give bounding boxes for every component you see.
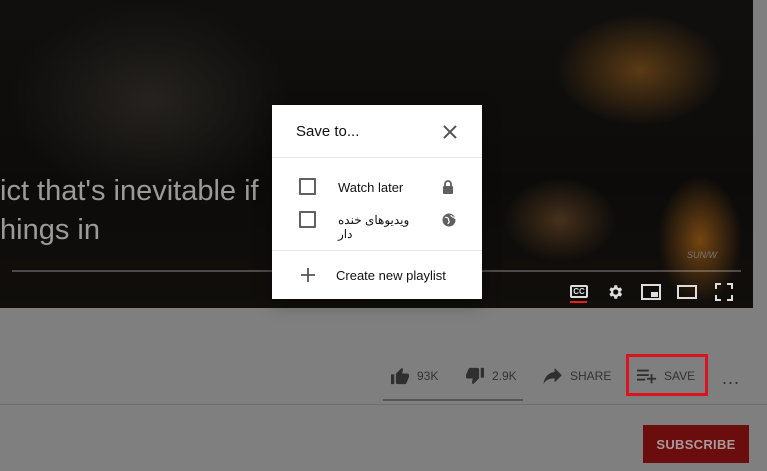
- dialog-divider-bottom: [272, 250, 482, 251]
- save-to-dialog: Save to... Watch later ویدیوهای خنده دار…: [272, 105, 482, 299]
- like-button[interactable]: 93K: [390, 367, 438, 385]
- fullscreen-icon[interactable]: [715, 283, 733, 301]
- captions-icon[interactable]: CC: [570, 285, 588, 298]
- settings-gear-icon[interactable]: [606, 283, 624, 301]
- miniplayer-icon[interactable]: [641, 284, 661, 300]
- close-icon[interactable]: [441, 123, 459, 141]
- like-ratio-bar: [383, 399, 523, 401]
- lock-icon: [443, 180, 453, 194]
- share-button[interactable]: SHARE: [543, 368, 611, 384]
- video-caption-line-1: ict that's inevitable if: [0, 175, 259, 207]
- subscribe-button[interactable]: SUBSCRIBE: [643, 425, 749, 463]
- create-playlist-label: Create new playlist: [336, 268, 446, 283]
- globe-icon: [442, 213, 456, 227]
- watch-later-checkbox[interactable]: [299, 178, 316, 195]
- like-count: 93K: [417, 369, 439, 383]
- captions-active-indicator: [570, 301, 587, 303]
- playlist-item-funny-videos[interactable]: ویدیوهای خنده دار: [272, 207, 482, 241]
- dialog-divider-top: [272, 157, 482, 158]
- funny-videos-checkbox[interactable]: [299, 211, 316, 228]
- playlist-label: Watch later: [338, 180, 404, 195]
- dislike-count: 2.9K: [492, 369, 517, 383]
- share-label: SHARE: [570, 369, 612, 383]
- playlist-item-watch-later[interactable]: Watch later: [272, 174, 482, 202]
- more-actions-icon[interactable]: ...: [722, 368, 740, 389]
- thumbs-up-icon: [391, 367, 409, 385]
- video-caption-line-2: hings in: [0, 214, 100, 246]
- playlist-label: ویدیوهای خنده دار: [338, 213, 410, 241]
- dialog-title: Save to...: [296, 123, 360, 140]
- plus-icon: [301, 268, 315, 282]
- section-divider: [0, 404, 767, 405]
- thumbs-down-icon: [466, 367, 484, 385]
- save-highlight-box: [626, 354, 708, 396]
- video-watermark: SUN/W: [687, 250, 717, 260]
- create-new-playlist-button[interactable]: Create new playlist: [272, 262, 482, 290]
- theater-mode-icon[interactable]: [677, 285, 697, 299]
- share-arrow-icon: [543, 368, 562, 384]
- dislike-button[interactable]: 2.9K: [465, 367, 517, 385]
